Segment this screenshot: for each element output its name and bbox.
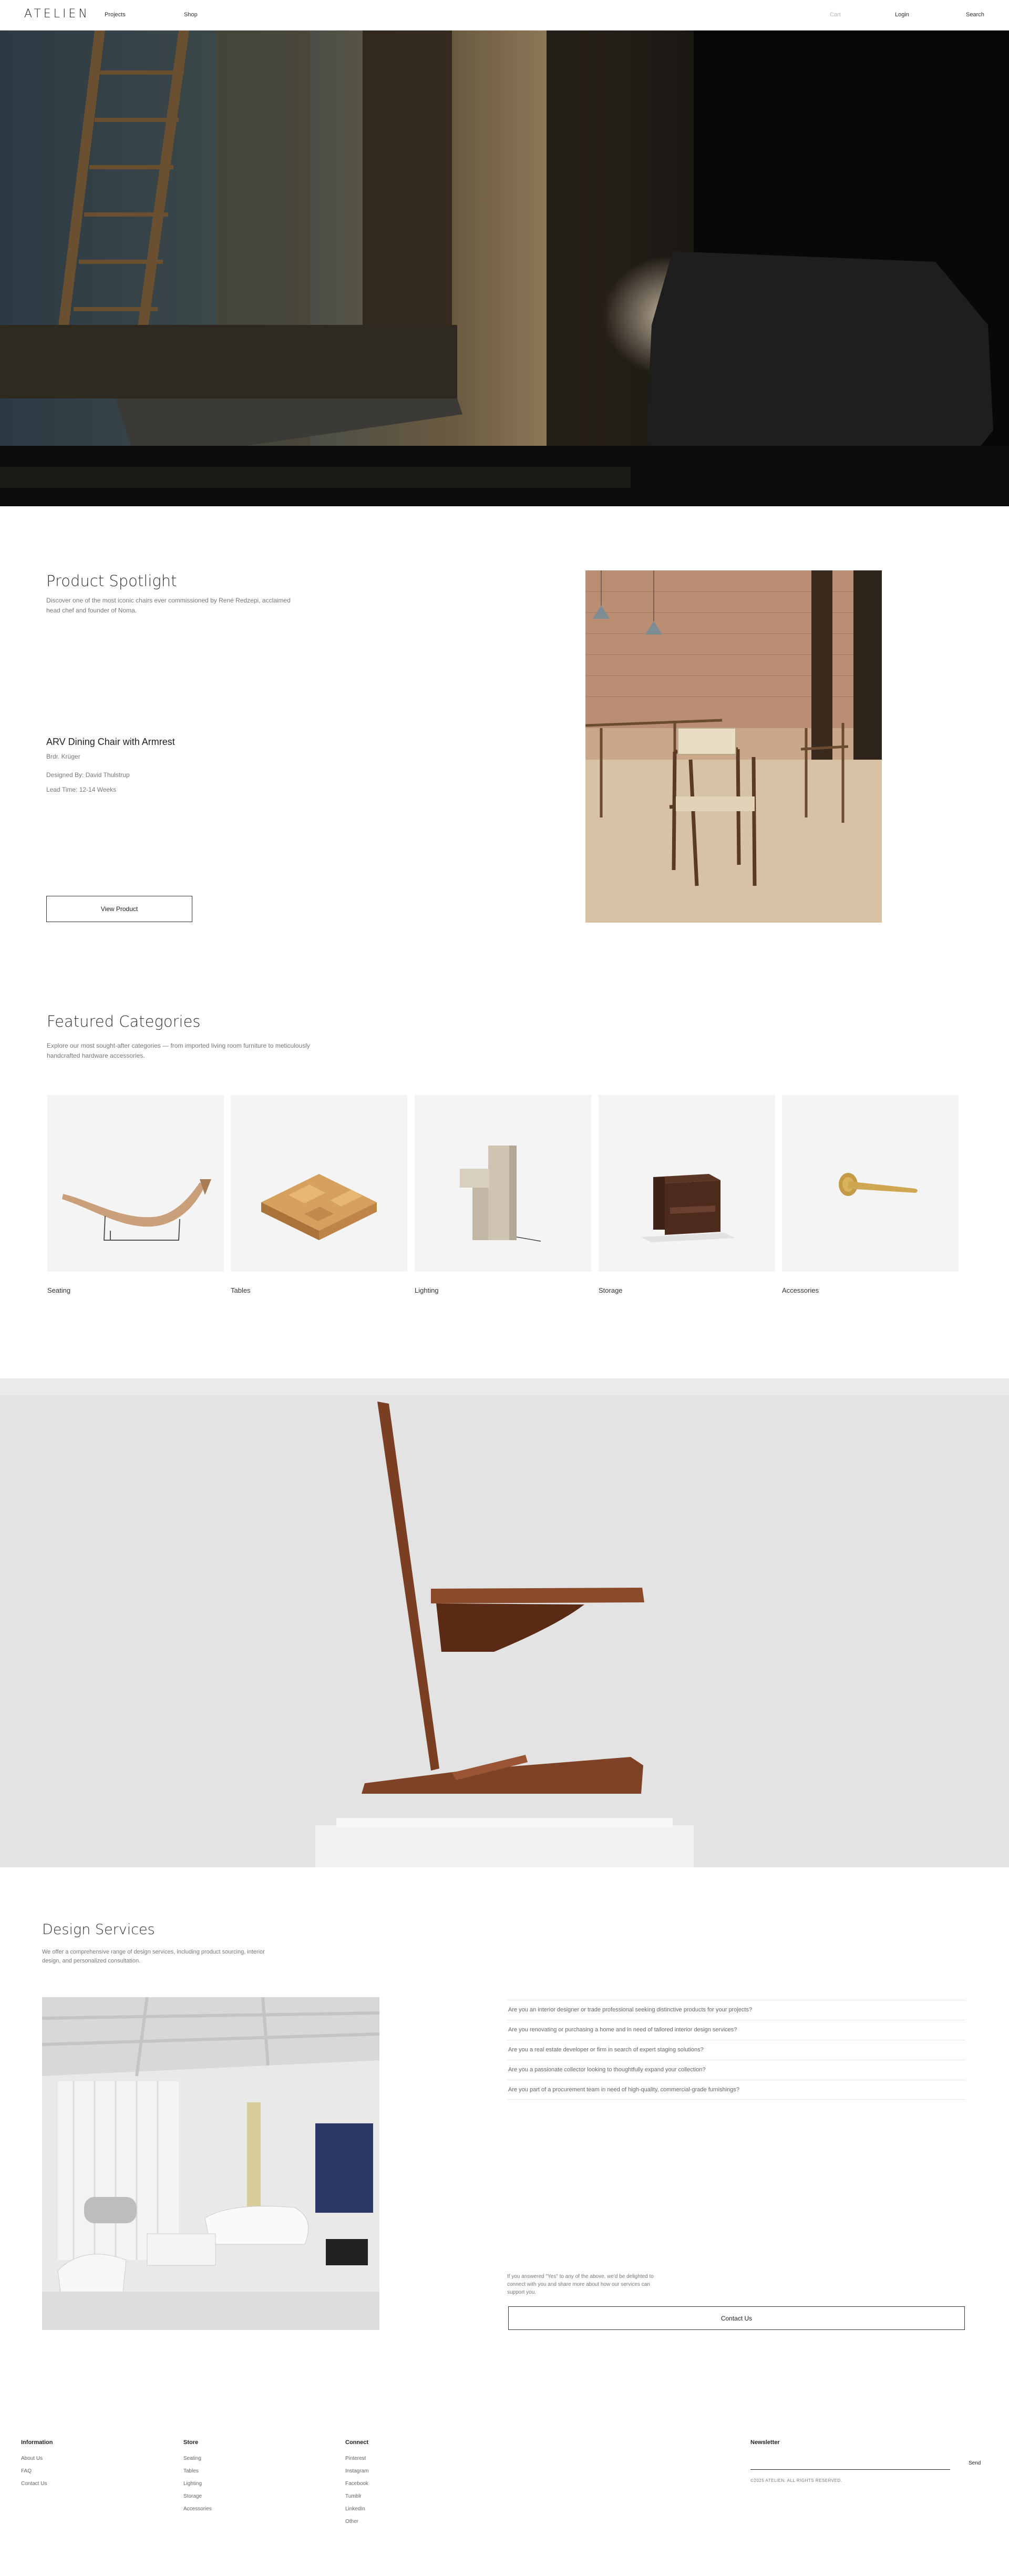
services-description: We offer a comprehensive range of design…	[42, 1949, 265, 1964]
footer-heading-newsletter: Newsletter	[750, 2439, 780, 2446]
feature-chair-image	[0, 1378, 1009, 1867]
category-label-lighting[interactable]: Lighting	[415, 1286, 439, 1294]
categories-title: Featured Categories	[47, 1013, 201, 1030]
category-tile-tables[interactable]	[231, 1095, 407, 1272]
contact-us-button[interactable]: Contact Us	[508, 2306, 965, 2330]
footer-link-about[interactable]: About Us	[21, 2456, 43, 2461]
footer-link-tables[interactable]: Tables	[183, 2468, 199, 2474]
faq-question[interactable]: Are you part of a procurement team in ne…	[507, 2080, 965, 2100]
product-name[interactable]: ARV Dining Chair with Armrest	[46, 737, 175, 748]
site-logo[interactable]: ATELIEN	[24, 7, 90, 21]
footer-link-storage[interactable]: Storage	[183, 2493, 202, 2499]
faq-question[interactable]: Are you a passionate collector looking t…	[507, 2060, 965, 2080]
footer-link-contact[interactable]: Contact Us	[21, 2481, 47, 2487]
category-label-accessories[interactable]: Accessories	[782, 1286, 819, 1294]
category-tile-storage[interactable]	[599, 1095, 775, 1272]
faq-question[interactable]: Are you a real estate developer or firm …	[507, 2040, 965, 2060]
spotlight-product-image[interactable]	[585, 570, 882, 923]
footer-link-pinterest[interactable]: Pinterest	[345, 2456, 366, 2461]
living-room-image	[42, 1997, 379, 2330]
footer-link-instagram[interactable]: Instagram	[345, 2468, 368, 2474]
category-tile-seating[interactable]	[47, 1095, 224, 1272]
faq-question[interactable]: Are you renovating or purchasing a home …	[507, 2020, 965, 2040]
footer-link-linkedin[interactable]: LinkedIn	[345, 2506, 365, 2512]
category-tile-accessories[interactable]	[782, 1095, 959, 1272]
services-interior-image	[42, 1997, 379, 2330]
spotlight-description: Discover one of the most iconic chairs e…	[46, 597, 291, 614]
footer-heading-connect: Connect	[345, 2439, 368, 2446]
nav-search[interactable]: Search	[966, 12, 984, 18]
nav-projects[interactable]: Projects	[105, 12, 126, 18]
footer-link-lighting[interactable]: Lighting	[183, 2481, 202, 2487]
category-tile-lighting[interactable]	[415, 1095, 591, 1272]
product-brand: Brdr. Krüger	[46, 753, 80, 760]
site-header: ATELIEN Projects Shop Cart Login Search	[0, 0, 1009, 30]
newsletter-email-input[interactable]	[750, 2455, 950, 2470]
footer-heading-information: Information	[21, 2439, 53, 2446]
footer-link-facebook[interactable]: Facebook	[345, 2481, 368, 2487]
footer-link-other[interactable]: Other	[345, 2519, 358, 2524]
services-title: Design Services	[42, 1921, 155, 1938]
faq-question[interactable]: Are you an interior designer or trade pr…	[507, 2000, 965, 2020]
footer-link-accessories[interactable]: Accessories	[183, 2506, 212, 2512]
hero-image	[0, 30, 1009, 506]
view-product-button[interactable]: View Product	[46, 896, 192, 922]
categories-description: Explore our most sought-after categories…	[47, 1042, 310, 1059]
category-label-seating[interactable]: Seating	[47, 1286, 70, 1294]
product-lead-time: Lead Time: 12-14 Weeks	[46, 786, 117, 793]
services-closing-text: If you answered "Yes" to any of the abov…	[507, 2274, 654, 2295]
newsletter-send-button[interactable]: Send	[969, 2460, 981, 2466]
cabinet-image	[641, 1174, 735, 1242]
spotlight-title: Product Spotlight	[46, 572, 177, 590]
nav-login[interactable]: Login	[895, 12, 909, 18]
product-designer: Designed By: David Thulstrup	[46, 771, 130, 779]
footer-link-tumblr[interactable]: Tumblr	[345, 2493, 362, 2499]
footer-link-seating[interactable]: Seating	[183, 2456, 201, 2461]
door-handle-image	[839, 1173, 918, 1196]
footer-heading-store: Store	[183, 2439, 199, 2446]
copyright-text: ©2025 ATELIEN. ALL RIGHTS RESERVED.	[750, 2478, 842, 2483]
footer-link-faq[interactable]: FAQ	[21, 2468, 32, 2474]
lounge-chair-image	[62, 1179, 211, 1241]
nav-shop[interactable]: Shop	[184, 12, 198, 18]
table-image	[261, 1174, 377, 1240]
dining-chair-image	[585, 570, 882, 923]
wooden-chair-illustration	[0, 1378, 1009, 1867]
nav-cart[interactable]: Cart	[830, 12, 841, 18]
category-label-storage[interactable]: Storage	[599, 1286, 623, 1294]
hero-quarry-illustration	[0, 30, 1009, 506]
category-label-tables[interactable]: Tables	[231, 1286, 251, 1294]
lamp-image	[460, 1146, 541, 1242]
